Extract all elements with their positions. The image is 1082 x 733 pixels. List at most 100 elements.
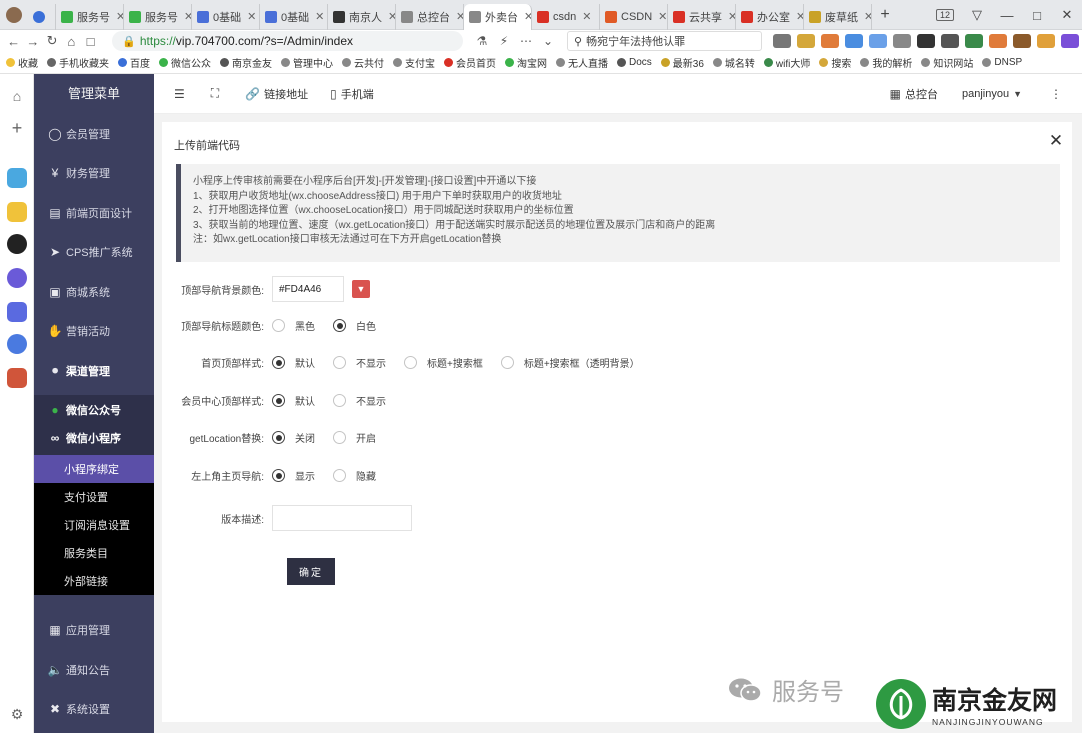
radio-circle-icon[interactable]: [333, 469, 346, 482]
leaf-external-links[interactable]: 外部链接: [34, 567, 154, 595]
dropdown-icon[interactable]: ⌄: [537, 34, 559, 48]
browser-tab[interactable]: 总控台 ✕: [396, 3, 464, 30]
reload-icon[interactable]: ↻: [42, 33, 61, 49]
radio-circle-icon[interactable]: [272, 319, 285, 332]
menu-item-finance[interactable]: ¥ 财务管理: [34, 154, 154, 194]
extension-icon[interactable]: [821, 34, 840, 48]
radio-circle-icon[interactable]: [333, 319, 346, 332]
bookmark-item[interactable]: DNSP: [982, 57, 1022, 68]
new-tab-button[interactable]: +: [872, 6, 898, 24]
back-icon[interactable]: ←: [4, 34, 23, 49]
bookmark-item[interactable]: 管理中心: [281, 55, 333, 70]
radio-option[interactable]: 黑色: [272, 318, 315, 333]
tab-close-icon[interactable]: ✕: [247, 10, 256, 23]
radio-circle-icon[interactable]: [500, 356, 514, 369]
tab-close-icon[interactable]: ✕: [524, 10, 531, 23]
game-icon[interactable]: [7, 368, 27, 388]
browser-tab[interactable]: 服务号 ✕: [124, 3, 192, 30]
bookmark-item[interactable]: 云共付: [342, 55, 384, 70]
bookmark-item[interactable]: 淘宝网: [505, 55, 547, 70]
radio-option[interactable]: 关闭: [272, 430, 315, 445]
menu-toggle-icon[interactable]: ☰: [174, 87, 189, 101]
bookmark-item[interactable]: 南京金友: [220, 55, 272, 70]
radio-option[interactable]: 白色: [333, 318, 376, 333]
bookmark-item[interactable]: 会员首页: [444, 55, 496, 70]
browser-tab[interactable]: 废草纸 ✕: [804, 3, 872, 30]
radio-circle-icon[interactable]: [272, 431, 285, 444]
forward-icon[interactable]: →: [23, 34, 42, 49]
search-box[interactable]: ⚲ 畅宛宁年法持他认罪: [567, 31, 763, 51]
extension-icon[interactable]: [893, 34, 912, 48]
menu-item-cps[interactable]: ➤ CPS推广系统: [34, 233, 154, 273]
tab-close-icon[interactable]: ✕: [658, 10, 667, 23]
bookmark-item[interactable]: 城名转: [712, 55, 755, 70]
menu-item-notices[interactable]: 🔈 通知公告: [34, 650, 154, 690]
translate-icon[interactable]: ⚗: [471, 34, 493, 48]
bookmark-item[interactable]: 支付宝: [393, 55, 435, 70]
fullscreen-icon[interactable]: ⛶: [211, 86, 223, 101]
app-icon[interactable]: [7, 168, 27, 188]
extension-icon[interactable]: [965, 34, 984, 48]
close-icon[interactable]: ✕: [1046, 131, 1066, 151]
browser-tab[interactable]: 云共享 ✕: [668, 3, 736, 30]
lightning-icon[interactable]: ⚡: [493, 34, 515, 48]
leaf-subscribe-messages[interactable]: 订阅消息设置: [34, 511, 154, 539]
extension-icon[interactable]: [845, 34, 864, 48]
more-icon[interactable]: ⋯: [515, 34, 537, 48]
link-address-button[interactable]: 🔗 链接地址: [245, 86, 308, 102]
tab-close-icon[interactable]: ✕: [456, 10, 463, 23]
app-icon[interactable]: [7, 234, 27, 254]
bookmark-item[interactable]: 微信公众: [159, 55, 211, 70]
menu-item-frontend-design[interactable]: ▤ 前端页面设计: [34, 193, 154, 233]
radio-option[interactable]: 默认: [272, 355, 315, 370]
radio-circle-icon[interactable]: [272, 356, 285, 369]
extension-icon[interactable]: [1061, 34, 1080, 48]
bookmark-item[interactable]: 手机收藏夹: [47, 55, 109, 70]
browser-tab[interactable]: 0基础 ✕: [260, 3, 328, 30]
extension-icon[interactable]: [917, 34, 936, 48]
leaf-service-categories[interactable]: 服务类目: [34, 539, 154, 567]
radio-circle-icon[interactable]: [404, 356, 417, 369]
radio-option[interactable]: 标题+搜索框: [404, 355, 483, 370]
chat-icon[interactable]: [7, 334, 27, 354]
home-icon[interactable]: ⌂: [7, 86, 27, 106]
more-vert-icon[interactable]: ⋮: [1050, 87, 1066, 101]
user-menu[interactable]: panjinyou ▼: [962, 88, 1026, 100]
tab-close-icon[interactable]: ✕: [315, 10, 324, 23]
color-picker-swatch[interactable]: ▼: [352, 280, 370, 298]
browser-tab[interactable]: 办公室 ✕: [736, 3, 804, 30]
leaf-payment-settings[interactable]: 支付设置: [34, 483, 154, 511]
browser-tab[interactable]: 南京人 ✕: [328, 3, 396, 30]
extension-icon[interactable]: [869, 34, 888, 48]
radio-circle-icon[interactable]: [272, 394, 285, 407]
leaf-miniprogram-bind[interactable]: 小程序绑定: [34, 454, 154, 483]
radio-circle-icon[interactable]: [333, 356, 346, 369]
gear-icon[interactable]: ⚙: [7, 704, 27, 724]
radio-option[interactable]: 不显示: [333, 355, 386, 370]
browser-tab[interactable]: 0基础 ✕: [192, 3, 260, 30]
star-icon[interactable]: [7, 202, 27, 222]
extension-icon[interactable]: [797, 34, 816, 48]
menu-item-members[interactable]: ◯ 会员管理: [34, 114, 154, 154]
submenu-wechat-official[interactable]: ● 微信公众号: [34, 395, 154, 425]
radio-option[interactable]: 不显示: [333, 393, 386, 408]
browser-tab[interactable]: 外卖台 ✕: [464, 3, 532, 30]
extension-icon[interactable]: [989, 34, 1008, 48]
extension-icon[interactable]: [941, 34, 960, 48]
radio-option[interactable]: 标题+搜索框（透明背景）: [500, 355, 640, 370]
radio-option[interactable]: 隐藏: [333, 468, 376, 483]
tab-close-icon[interactable]: ✕: [388, 10, 395, 23]
tab-close-icon[interactable]: ✕: [184, 10, 191, 23]
menu-item-apps[interactable]: ▦ 应用管理: [34, 611, 154, 651]
browser-tab[interactable]: 服务号 ✕: [56, 3, 124, 30]
tab-count-badge[interactable]: 12: [935, 9, 954, 21]
menu-item-marketing[interactable]: ✋ 营销活动: [34, 312, 154, 352]
browser-tab[interactable]: CSDN ✕: [600, 3, 668, 30]
bookmark-item[interactable]: 最新36: [660, 55, 704, 70]
bookmark-item[interactable]: wifi大师: [763, 55, 810, 70]
shield-icon[interactable]: ▽: [962, 7, 992, 23]
bookmark-item[interactable]: 百度: [118, 55, 150, 70]
extension-icon[interactable]: [1013, 34, 1032, 48]
tab-close-icon[interactable]: ✕: [728, 10, 735, 23]
bookmark-item[interactable]: Docs: [617, 57, 652, 68]
